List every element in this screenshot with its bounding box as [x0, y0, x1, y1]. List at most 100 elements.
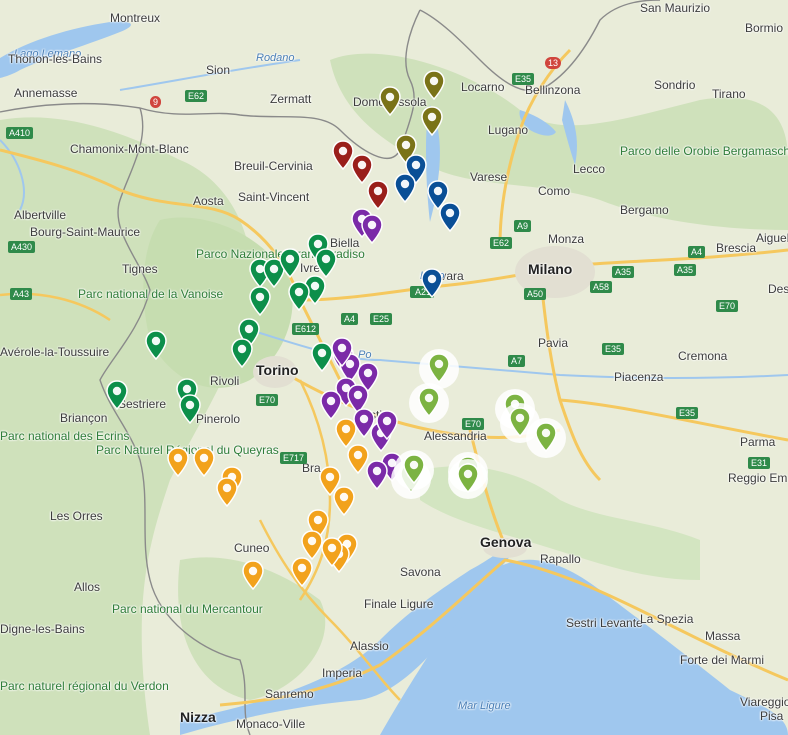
road-shield: A50 [524, 288, 547, 300]
map-pin-icon[interactable] [418, 387, 440, 418]
map-pin-icon[interactable] [394, 173, 416, 204]
road-shield: 9 [150, 96, 162, 108]
place-label: Albertville [14, 208, 67, 222]
map-pin-icon[interactable] [279, 248, 301, 279]
place-label: Alassio [350, 639, 389, 653]
place-label: Allos [74, 580, 101, 594]
place-label: Parc national du Mercantour [112, 602, 263, 616]
map-pin-icon[interactable] [421, 268, 443, 299]
place-label: Saint-Vincent [238, 190, 310, 204]
road-shield: E62 [490, 237, 513, 249]
place-label: Desenzano [768, 282, 788, 296]
place-label: Milano [528, 261, 573, 277]
place-label: Parc national des Ecrins [0, 429, 130, 443]
place-label: Bergamo [620, 203, 669, 217]
place-label: Rodano [256, 52, 295, 64]
map-pin-icon[interactable] [311, 342, 333, 373]
map-pin-icon[interactable] [179, 394, 201, 425]
map-pin-icon[interactable] [347, 444, 369, 475]
map-pin-icon[interactable] [421, 106, 443, 137]
place-label: Brescia [716, 241, 757, 255]
place-label: Genova [480, 534, 532, 550]
map-pin-icon[interactable] [439, 202, 461, 233]
place-label: Finale Ligure [364, 597, 434, 611]
place-label: Zermatt [270, 92, 312, 106]
place-label: Annemasse [14, 86, 78, 100]
map-pin-icon[interactable] [333, 486, 355, 517]
road-shield: A58 [590, 281, 613, 293]
road-shield: E35 [676, 407, 699, 419]
map-pin-icon[interactable] [288, 281, 310, 312]
map-pin-icon[interactable] [231, 338, 253, 369]
road-shield: E25 [370, 313, 393, 325]
map-canvas[interactable]: Montreux Lago Lemano Thonon-les-Bains Annem… [0, 0, 788, 735]
place-label: Bourg-Saint-Maurice [30, 225, 141, 239]
place-label: Viareggio [740, 695, 788, 709]
place-label: Parc national de la Vanoise [78, 287, 224, 301]
road-shield: A43 [10, 288, 33, 300]
road-shield: A4 [688, 246, 706, 258]
place-label: Parma [740, 435, 776, 449]
map-pin-icon[interactable] [366, 460, 388, 491]
place-label: Alessandria [424, 429, 487, 443]
road-shield: A7 [508, 355, 526, 367]
place-label: Cremona [678, 349, 728, 363]
map-pin-icon[interactable] [193, 447, 215, 478]
place-label: Avérole-la-Toussuire [0, 345, 110, 359]
place-label: Pavia [538, 336, 569, 350]
place-label: Rivoli [210, 374, 240, 388]
place-label: Chamonix-Mont-Blanc [70, 142, 189, 156]
place-label: Parc naturel régional du Verdon [0, 679, 169, 693]
place-label: Aiguebelle [756, 231, 788, 245]
road-shield: A4 [341, 313, 359, 325]
map-pin-icon[interactable] [320, 390, 342, 421]
place-label: Savona [400, 565, 441, 579]
road-shield: A35 [612, 266, 635, 278]
map-pin-icon[interactable] [291, 557, 313, 588]
map-pin-icon[interactable] [249, 286, 271, 317]
place-label: Massa [705, 629, 741, 643]
map-pin-icon[interactable] [321, 537, 343, 568]
map-pin-icon[interactable] [423, 70, 445, 101]
road-shield: E62 [185, 90, 208, 102]
place-label: Varese [470, 170, 508, 184]
map-pin-icon[interactable] [403, 454, 425, 485]
map-pin-icon[interactable] [361, 214, 383, 245]
map-pin-icon[interactable] [379, 86, 401, 117]
place-label: Monaco-Ville [236, 717, 306, 731]
place-label: Bellinzona [525, 83, 581, 97]
road-shield: E70 [462, 418, 485, 430]
map-pin-icon[interactable] [167, 447, 189, 478]
place-label: Imperia [322, 666, 363, 680]
road-shield: E70 [256, 394, 279, 406]
map-pin-icon[interactable] [145, 330, 167, 361]
map-pin-icon[interactable] [376, 410, 398, 441]
place-label: Digne-les-Bains [0, 622, 85, 636]
map-pin-icon[interactable] [535, 422, 557, 453]
place-label: Parco delle Orobie Bergamasche [620, 144, 788, 158]
road-shield: E35 [602, 343, 625, 355]
road-shield: E35 [512, 73, 535, 85]
place-label: Monza [548, 232, 585, 246]
map-pin-icon[interactable] [216, 477, 238, 508]
map-pin-icon[interactable] [331, 337, 353, 368]
map-pin-icon[interactable] [457, 463, 479, 494]
place-label: Aosta [193, 194, 224, 208]
map-pin-icon[interactable] [315, 248, 337, 279]
road-shield: A430 [8, 241, 36, 253]
place-label: Piacenza [614, 370, 664, 384]
place-label: Breuil-Cervinia [234, 159, 313, 173]
place-label: Reggio Em [728, 471, 788, 485]
road-shield: A410 [6, 127, 34, 139]
map-pin-icon[interactable] [428, 353, 450, 384]
place-label: Pinerolo [196, 412, 241, 426]
road-shield: E717 [280, 452, 308, 464]
map-pin-icon[interactable] [367, 180, 389, 211]
place-label: Rapallo [540, 552, 581, 566]
place-label: Cuneo [234, 541, 270, 555]
map-pin-icon[interactable] [301, 530, 323, 561]
map-pin-icon[interactable] [106, 380, 128, 411]
map-pin-icon[interactable] [242, 560, 264, 591]
place-label: Sestri Levante [566, 616, 643, 630]
place-label: Thonon-les-Bains [8, 52, 103, 66]
